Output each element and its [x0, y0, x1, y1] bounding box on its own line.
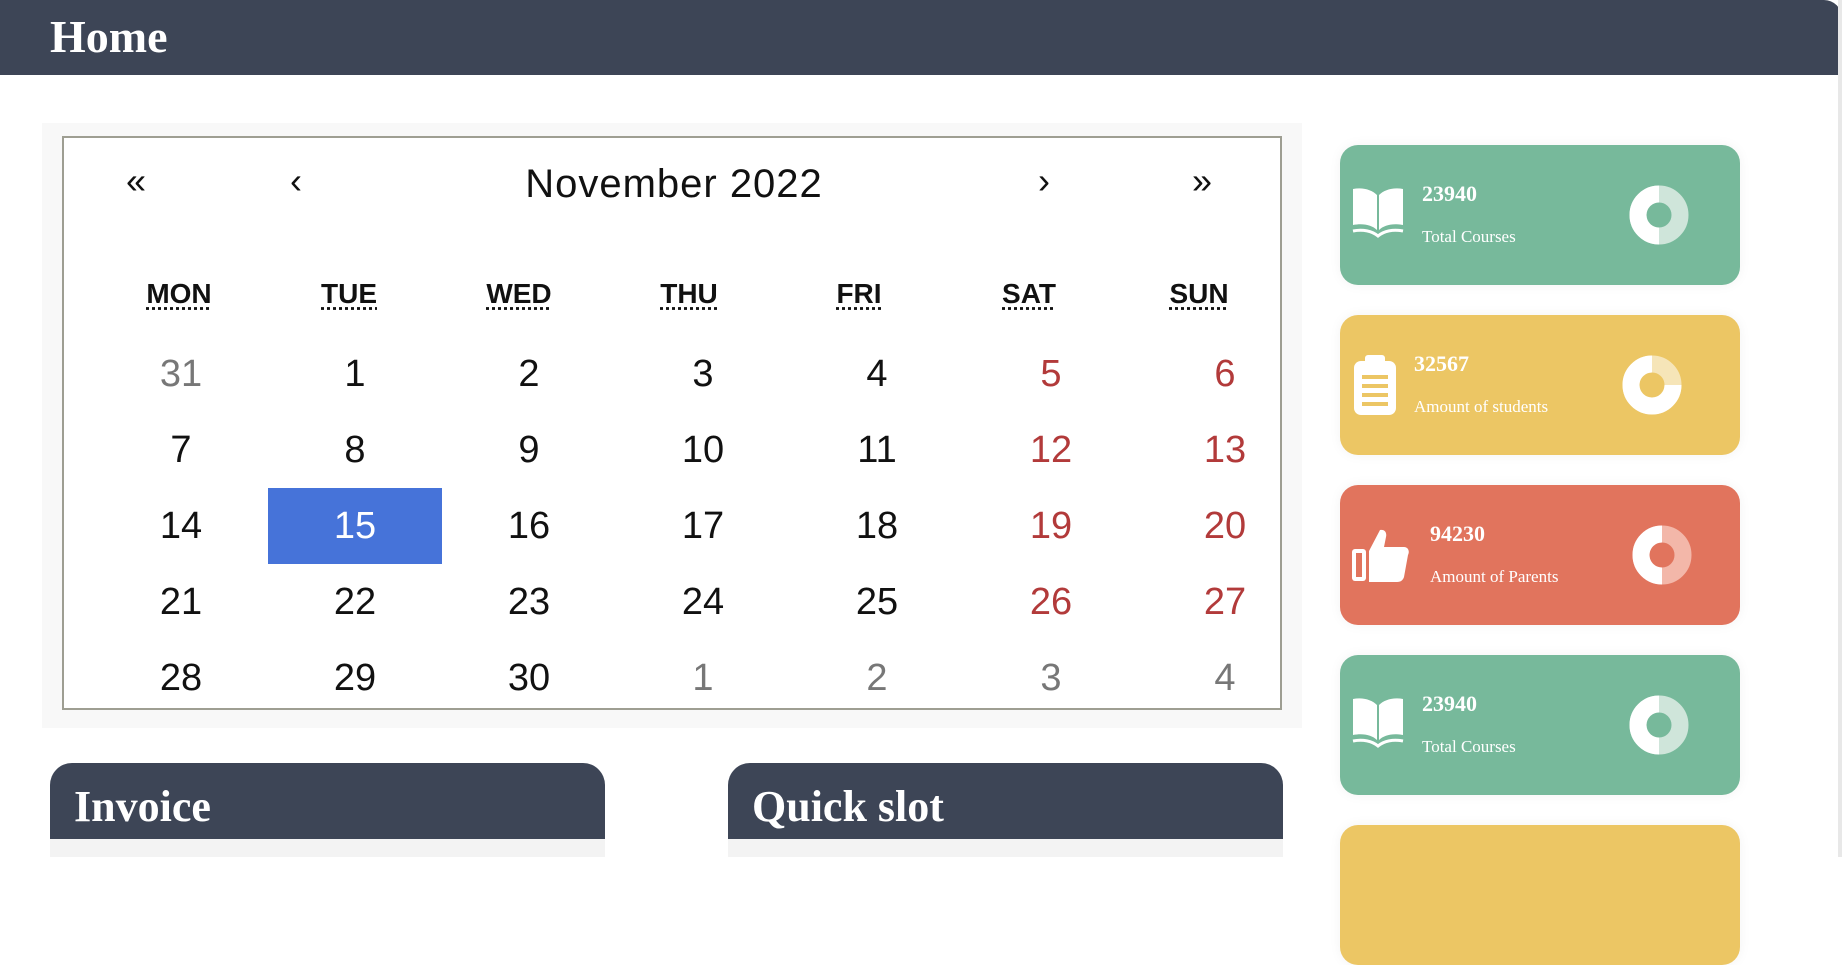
calendar-week-row: 14 15 16 17 18 19 20	[94, 488, 1312, 564]
clipboard-icon	[1350, 355, 1400, 422]
stat-number: 23940	[1422, 181, 1477, 206]
stat-number: 23940	[1422, 691, 1477, 716]
calendar-week-row: 7 8 9 10 11 12 13	[94, 412, 1312, 488]
weekday-label: MON	[146, 278, 212, 309]
calendar-day[interactable]: 16	[442, 488, 616, 564]
calendar-day[interactable]: 2	[790, 640, 964, 716]
thumbs-up-icon	[1350, 525, 1410, 590]
calendar-day[interactable]: 30	[442, 640, 616, 716]
calendar-day[interactable]: 23	[442, 564, 616, 640]
calendar-day[interactable]: 9	[442, 412, 616, 488]
donut-chart-icon	[1629, 185, 1689, 250]
calendar-day[interactable]: 8	[268, 412, 442, 488]
stat-card-parents[interactable]: 94230 Amount of Parents	[1340, 485, 1740, 625]
calendar-day[interactable]: 26	[964, 564, 1138, 640]
calendar-day[interactable]: 14	[94, 488, 268, 564]
calendar-day[interactable]: 1	[268, 336, 442, 412]
quick-slot-panel: Quick slot	[728, 763, 1283, 857]
weekday-header: MON TUE WED THU FRI SAT SUN	[64, 278, 1284, 310]
calendar-day[interactable]: 21	[94, 564, 268, 640]
calendar-day[interactable]: 1	[616, 640, 790, 716]
weekday-label: THU	[660, 278, 718, 309]
calendar-day[interactable]: 13	[1138, 412, 1312, 488]
page-title: Home	[50, 11, 168, 62]
calendar-month-label[interactable]: November 2022	[64, 162, 1284, 207]
calendar-day[interactable]: 19	[964, 488, 1138, 564]
weekday-label: TUE	[321, 278, 377, 309]
calendar-week-row: 31 1 2 3 4 5 6	[94, 336, 1312, 412]
calendar-day[interactable]: 27	[1138, 564, 1312, 640]
weekday-label: FRI	[836, 278, 882, 309]
calendar-day[interactable]: 4	[1138, 640, 1312, 716]
calendar-day[interactable]: 20	[1138, 488, 1312, 564]
next-year-button[interactable]: »	[1192, 160, 1212, 202]
stat-label: Amount of Parents	[1430, 567, 1559, 586]
calendar-day[interactable]: 28	[94, 640, 268, 716]
invoice-panel: Invoice	[50, 763, 605, 857]
stat-card-students[interactable]: 32567 Amount of students	[1340, 315, 1740, 455]
calendar-day[interactable]: 6	[1138, 336, 1312, 412]
calendar-day[interactable]: 10	[616, 412, 790, 488]
stat-label: Amount of students	[1414, 397, 1549, 416]
invoice-panel-body	[50, 839, 605, 857]
weekday-label: SAT	[1002, 278, 1056, 309]
calendar-day[interactable]: 12	[964, 412, 1138, 488]
calendar-day[interactable]: 3	[616, 336, 790, 412]
stat-card-total-courses[interactable]: 23940 Total Courses	[1340, 145, 1740, 285]
stat-label: Total Courses	[1422, 227, 1516, 246]
calendar-day[interactable]: 25	[790, 564, 964, 640]
donut-chart-icon	[1629, 695, 1689, 760]
donut-chart-icon	[1632, 525, 1692, 590]
calendar-week-row: 28 29 30 1 2 3 4	[94, 640, 1312, 716]
calendar-day-grid: 31 1 2 3 4 5 6 7 8 9 10 11 12 13 14 15 16 17 18 19 20 21 22 23 2…	[94, 336, 1312, 716]
calendar-day-selected[interactable]: 15	[268, 488, 442, 564]
stat-card-total-courses[interactable]: 23940 Total Courses	[1340, 655, 1740, 795]
quick-slot-panel-body	[728, 839, 1283, 857]
stat-number: 94230	[1430, 521, 1485, 546]
calendar-week-row: 21 22 23 24 25 26 27	[94, 564, 1312, 640]
calendar-day[interactable]: 24	[616, 564, 790, 640]
quick-slot-title: Quick slot	[752, 782, 944, 831]
calendar-day[interactable]: 11	[790, 412, 964, 488]
calendar-day[interactable]: 5	[964, 336, 1138, 412]
calendar-day[interactable]: 4	[790, 336, 964, 412]
top-header-bar: Home	[0, 0, 1842, 75]
calendar-day[interactable]: 18	[790, 488, 964, 564]
invoice-title: Invoice	[74, 782, 211, 831]
calendar-day[interactable]: 17	[616, 488, 790, 564]
calendar-day[interactable]: 2	[442, 336, 616, 412]
calendar-day[interactable]: 29	[268, 640, 442, 716]
stat-number: 32567	[1414, 351, 1469, 376]
calendar-day[interactable]: 7	[94, 412, 268, 488]
book-icon	[1350, 695, 1406, 756]
weekday-label: SUN	[1169, 278, 1229, 309]
stat-card-partial[interactable]	[1340, 825, 1740, 965]
calendar-day[interactable]: 31	[94, 336, 268, 412]
calendar: « ‹ November 2022 › » MON TUE WED THU FR…	[62, 136, 1282, 710]
book-icon	[1350, 185, 1406, 246]
weekday-label: WED	[486, 278, 552, 309]
next-month-button[interactable]: ›	[1038, 160, 1050, 202]
calendar-day[interactable]: 22	[268, 564, 442, 640]
scrollbar-track[interactable]	[1838, 0, 1842, 857]
calendar-day[interactable]: 3	[964, 640, 1138, 716]
stat-label: Total Courses	[1422, 737, 1516, 756]
donut-chart-icon	[1622, 355, 1682, 420]
